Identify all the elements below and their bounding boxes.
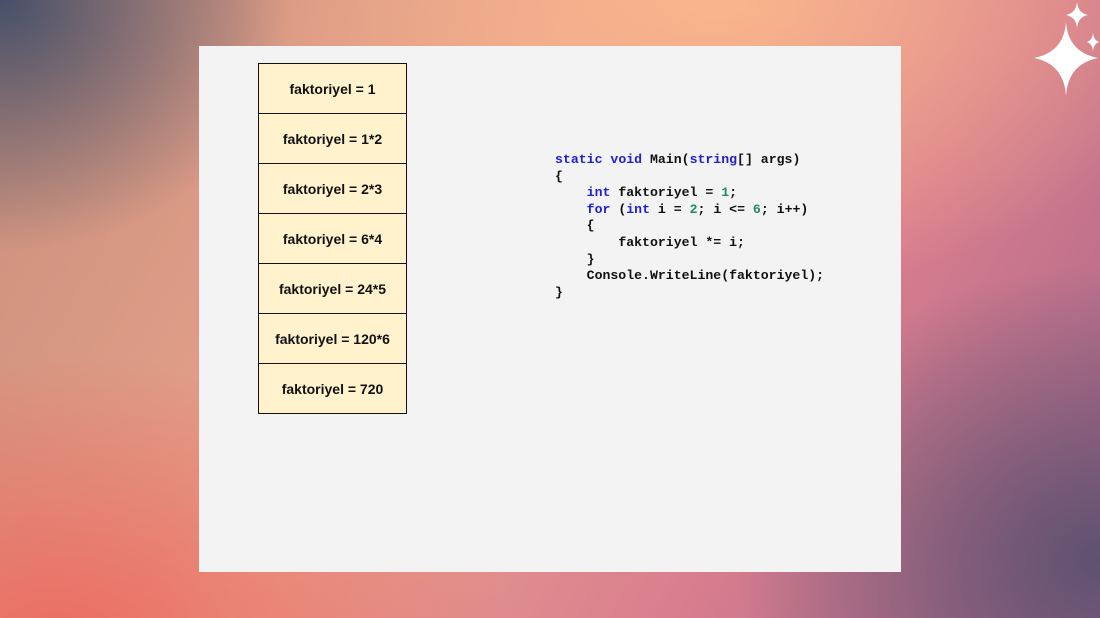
code-line-1: static void Main(string[] args) (555, 152, 800, 167)
number-literal: 2 (689, 201, 698, 217)
keyword: string (689, 152, 738, 167)
code-text: [] args) (737, 152, 801, 167)
code-text: faktoriyel = (618, 185, 722, 201)
number-literal: 6 (752, 201, 761, 217)
step-cell: faktoriyel = 24*5 (258, 263, 407, 314)
slide-canvas: faktoriyel = 1 faktoriyel = 1*2 faktoriy… (199, 46, 901, 572)
code-line-7: } (586, 251, 595, 267)
step-cell: faktoriyel = 6*4 (258, 213, 407, 264)
code-text: ; (729, 185, 738, 201)
code-text: ; i <= (697, 201, 753, 217)
code-line-5: { (586, 218, 595, 234)
code-text: ; i++) (760, 201, 809, 217)
code-line-3: int faktoriyel = 1; (587, 185, 737, 200)
code-block: static void Main(string[] args) { int fa… (555, 152, 824, 301)
step-cell: faktoriyel = 720 (258, 363, 407, 414)
keyword: int (586, 185, 611, 201)
keyword: void (610, 152, 643, 167)
step-cell: faktoriyel = 120*6 (258, 313, 407, 364)
step-cell: faktoriyel = 2*3 (258, 163, 407, 214)
code-line-2: { (555, 168, 563, 184)
factorial-steps-stack: faktoriyel = 1 faktoriyel = 1*2 faktoriy… (258, 63, 407, 414)
sparkle-icon (1034, 2, 1099, 96)
keyword: int (626, 201, 650, 217)
code-line-9: } (555, 284, 563, 300)
code-line-4: for (int i = 2; i <= 6; i++) (587, 202, 809, 217)
code-line-6: faktoriyel *= i; (618, 234, 745, 250)
step-cell: faktoriyel = 1 (258, 63, 407, 114)
code-line-8: Console.WriteLine(faktoriyel); (586, 268, 825, 284)
step-cell: faktoriyel = 1*2 (258, 113, 407, 164)
keyword: static (555, 152, 603, 167)
keyword: for (586, 201, 611, 217)
code-text: i = (657, 201, 690, 217)
number-literal: 1 (721, 185, 730, 201)
code-text: Main( (649, 152, 690, 167)
